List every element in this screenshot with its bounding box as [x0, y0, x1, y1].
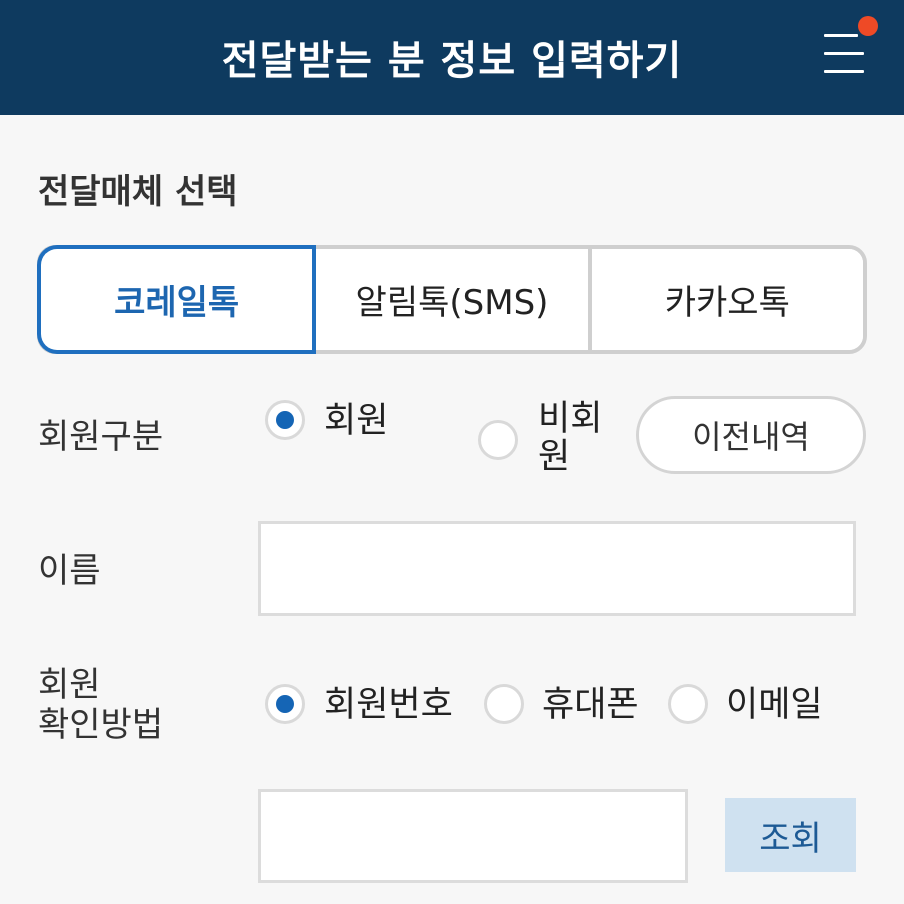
member-type-label: 회원구분: [38, 417, 164, 457]
page-title: 전달받는 분 정보 입력하기: [221, 38, 683, 84]
menu-bar: [824, 34, 858, 37]
radio-member-number[interactable]: [265, 684, 305, 724]
lookup-button[interactable]: 조회: [725, 798, 856, 872]
delivery-segmented-control: 코레일톡 알림톡(SMS) 카카오톡: [37, 245, 867, 354]
menu-bar: [824, 70, 864, 73]
menu-bar: [824, 52, 864, 55]
history-button[interactable]: 이전내역: [636, 396, 866, 474]
delivery-option-korail-talk[interactable]: 코레일톡: [41, 249, 313, 350]
delivery-section-title: 전달매체 선택: [38, 172, 238, 212]
app-header: 전달받는 분 정보 입력하기: [0, 0, 904, 115]
radio-phone[interactable]: [484, 684, 524, 724]
radio-member[interactable]: [265, 400, 305, 440]
delivery-option-sms[interactable]: 알림톡(SMS): [312, 249, 588, 350]
radio-email[interactable]: [668, 684, 708, 724]
name-label: 이름: [38, 551, 101, 591]
delivery-option-kakao-talk[interactable]: 카카오톡: [587, 249, 863, 350]
verify-input[interactable]: [258, 789, 688, 883]
radio-non-member-label[interactable]: 비회 원: [538, 400, 608, 476]
radio-member-label[interactable]: 회원: [324, 401, 388, 441]
radio-member-number-label[interactable]: 회원번호: [324, 685, 453, 725]
verify-label-line2: 확인방법: [38, 705, 164, 745]
radio-non-member[interactable]: [478, 420, 518, 460]
name-input[interactable]: [258, 521, 856, 616]
radio-email-label[interactable]: 이메일: [726, 685, 823, 725]
verify-label-line1: 회원: [38, 665, 101, 705]
radio-phone-label[interactable]: 휴대폰: [542, 685, 639, 725]
notification-dot-icon: [858, 16, 878, 36]
